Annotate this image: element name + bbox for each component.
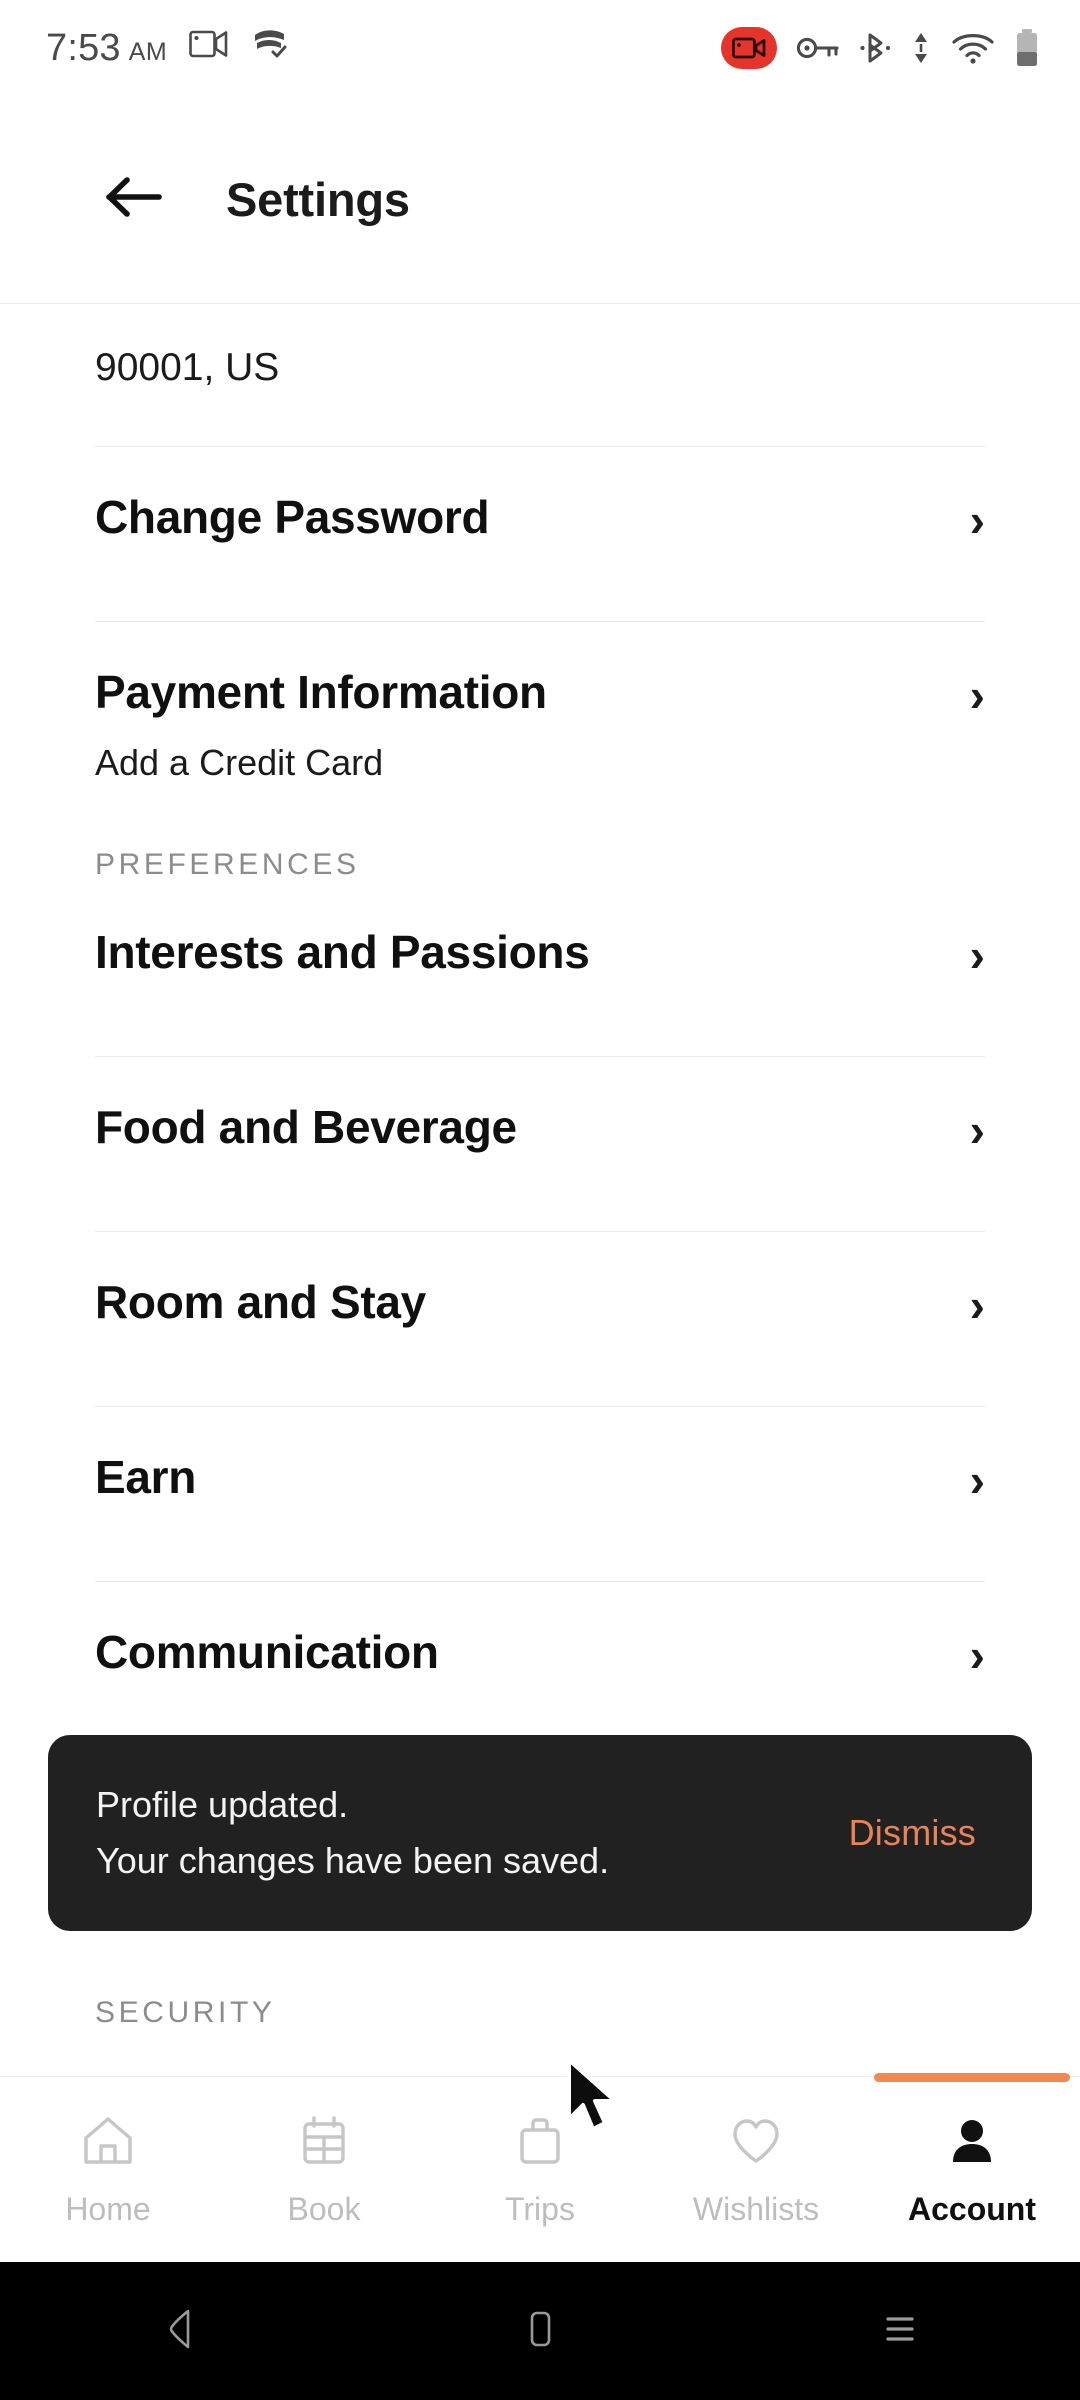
chevron-right-icon: › bbox=[969, 1104, 985, 1157]
person-icon bbox=[943, 2112, 1001, 2175]
triangle-back-icon bbox=[158, 2305, 202, 2358]
system-navigation-bar bbox=[0, 2262, 1080, 2400]
list-item-sublabel: Add a Credit Card bbox=[95, 742, 384, 784]
status-time: 7:53 bbox=[46, 27, 121, 69]
row-main: Interests and Passions bbox=[95, 926, 590, 979]
page-title: Settings bbox=[226, 173, 410, 226]
row-main: Communication bbox=[95, 1626, 439, 1679]
square-home-icon bbox=[518, 2305, 562, 2358]
chevron-right-icon: › bbox=[969, 1629, 985, 1682]
system-home-button[interactable] bbox=[480, 2271, 600, 2391]
chevron-right-icon: › bbox=[969, 929, 985, 982]
bottom-navigation-bar: Home Book Trips Wishlists Account bbox=[0, 2073, 1080, 2263]
nav-tab-label: Wishlists bbox=[692, 2191, 820, 2227]
system-recents-button[interactable] bbox=[840, 2271, 960, 2391]
address-value: 90001, US bbox=[95, 346, 280, 389]
screen-record-badge-icon bbox=[721, 27, 777, 69]
wifi-icon bbox=[951, 31, 995, 65]
app-bar: Settings bbox=[0, 96, 1080, 304]
list-item-label: Earn bbox=[95, 1451, 197, 1504]
list-item-label: Food and Beverage bbox=[95, 1101, 517, 1154]
vpn-key-icon bbox=[796, 34, 840, 62]
section-header-security: SECURITY bbox=[95, 1996, 276, 2030]
snackbar-message: Profile updated. Your changes have been … bbox=[96, 1784, 609, 1883]
battery-icon bbox=[1014, 28, 1040, 68]
nav-tab-label: Account bbox=[908, 2191, 1036, 2227]
status-bar-clock: 7:53 AM bbox=[46, 27, 167, 70]
active-tab-indicator bbox=[874, 2073, 1070, 2082]
list-item-label: Interests and Passions bbox=[95, 926, 590, 979]
home-icon bbox=[79, 2112, 137, 2175]
nav-tab-trips[interactable]: Trips bbox=[432, 2077, 648, 2263]
arrow-left-icon bbox=[106, 175, 162, 224]
calendar-icon bbox=[295, 2112, 353, 2175]
list-item-interests-and-passions[interactable]: Interests and Passions › bbox=[0, 882, 1080, 1000]
list-item-room-and-stay[interactable]: Room and Stay › bbox=[0, 1232, 1080, 1350]
list-item-change-password[interactable]: Change Password › bbox=[0, 447, 1080, 565]
chevron-right-icon: › bbox=[969, 494, 985, 546]
menu-recents-icon bbox=[878, 2305, 922, 2358]
snackbar-line-2: Your changes have been saved. bbox=[96, 1840, 610, 1881]
list-item-food-and-beverage[interactable]: Food and Beverage › bbox=[0, 1057, 1080, 1175]
chevron-right-icon: › bbox=[969, 1454, 985, 1507]
snackbar-toast: Profile updated. Your changes have been … bbox=[48, 1735, 1032, 1931]
status-bar: 7:53 AM bbox=[0, 0, 1080, 96]
nav-tab-wishlists[interactable]: Wishlists bbox=[648, 2077, 864, 2263]
data-transfer-icon bbox=[910, 31, 932, 65]
row-main: Change Password bbox=[95, 491, 490, 543]
status-am-pm: AM bbox=[128, 38, 168, 66]
back-button[interactable] bbox=[98, 164, 170, 236]
phone-screen: 7:53 AM Settings 90001, US Change Passwo… bbox=[0, 0, 1080, 2400]
list-item-label: Communication bbox=[95, 1626, 439, 1679]
list-item-earn[interactable]: Earn › bbox=[0, 1407, 1080, 1525]
nav-tab-label: Trips bbox=[505, 2191, 575, 2227]
bluetooth-icon bbox=[859, 31, 891, 65]
nav-tab-book[interactable]: Book bbox=[216, 2077, 432, 2263]
snackbar-line-1: Profile updated. bbox=[96, 1783, 349, 1825]
list-item-label: Room and Stay bbox=[95, 1276, 426, 1329]
row-main: Payment Information Add a Credit Card bbox=[95, 668, 547, 784]
nav-tab-label: Book bbox=[287, 2191, 361, 2227]
status-bar-left: 7:53 AM bbox=[46, 26, 291, 70]
section-header-preferences: PREFERENCES bbox=[95, 848, 360, 882]
list-item-label: Change Password bbox=[95, 491, 490, 543]
row-main: Room and Stay bbox=[95, 1276, 426, 1329]
dismiss-button[interactable]: Dismiss bbox=[849, 1812, 976, 1854]
nav-tab-account[interactable]: Account bbox=[864, 2073, 1080, 2263]
briefcase-icon bbox=[511, 2112, 569, 2175]
nav-tab-label: Home bbox=[65, 2191, 151, 2227]
list-item-payment-information[interactable]: Payment Information Add a Credit Card › bbox=[0, 622, 1080, 784]
row-main: Earn bbox=[95, 1451, 197, 1504]
chevron-right-icon: › bbox=[969, 669, 985, 721]
system-back-button[interactable] bbox=[120, 2271, 240, 2391]
chevron-right-icon: › bbox=[969, 1279, 985, 1332]
screen-cast-icon bbox=[189, 28, 229, 60]
vpn-shield-check-icon bbox=[251, 26, 291, 60]
row-main: Food and Beverage bbox=[95, 1101, 517, 1154]
list-item-label: Payment Information bbox=[95, 666, 547, 718]
status-bar-right bbox=[721, 27, 1054, 69]
list-item-communication[interactable]: Communication › bbox=[0, 1582, 1080, 1700]
nav-tab-home[interactable]: Home bbox=[0, 2077, 216, 2263]
heart-icon bbox=[727, 2112, 785, 2175]
